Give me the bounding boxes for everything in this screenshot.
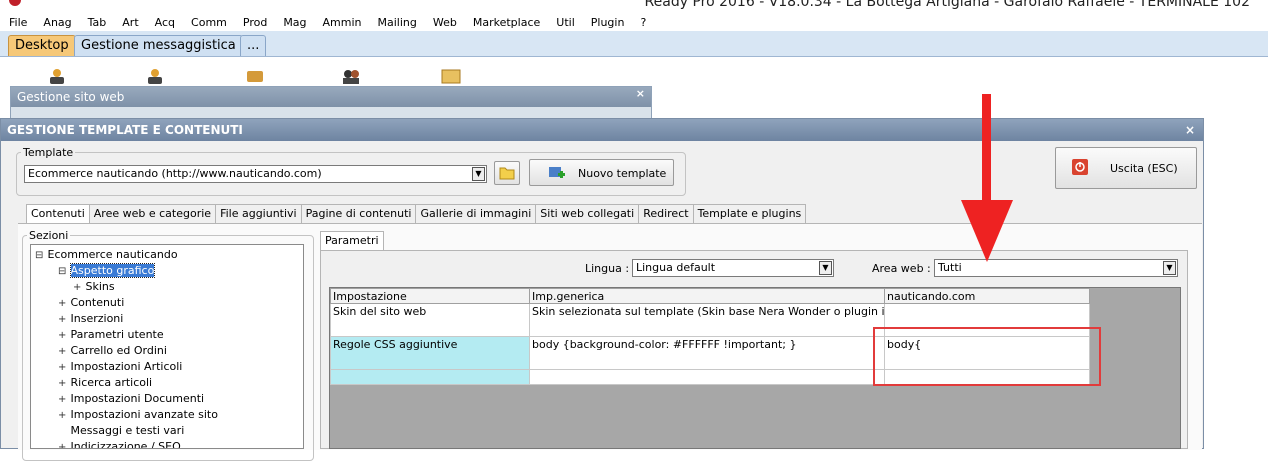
chevron-down-icon[interactable]: ▼: [819, 261, 832, 275]
table-cell[interactable]: [529, 369, 885, 385]
menu-file[interactable]: File: [0, 16, 34, 29]
uscita-label: Uscita (ESC): [1110, 162, 1178, 175]
chevron-down-icon[interactable]: ▼: [472, 167, 485, 181]
tab-pagine-contenuti[interactable]: Pagine di contenuti: [300, 204, 417, 224]
menu-anag[interactable]: Anag: [34, 16, 78, 29]
menu-prod[interactable]: Prod: [234, 16, 274, 29]
tab-desktop[interactable]: Desktop: [8, 35, 76, 56]
lingua-value: Lingua default: [636, 261, 716, 274]
tab-siti-collegati[interactable]: Siti web collegati: [535, 204, 640, 224]
main-tabs: Contenuti Aree web e categorie File aggi…: [26, 204, 807, 225]
column-header-impostazione[interactable]: Impostazione: [330, 288, 530, 304]
menu-art[interactable]: Art: [113, 16, 145, 29]
tab-contenuti[interactable]: Contenuti: [26, 204, 90, 225]
area-web-label: Area web :: [872, 262, 931, 275]
window-title-bar: Ready Pro 2016 - V18.0.34 - La Bottega A…: [0, 0, 1268, 13]
tree-node[interactable]: + Impostazioni avanzate sito: [58, 407, 218, 424]
column-header-nauticando[interactable]: nauticando.com: [884, 288, 1090, 304]
menu-ammin[interactable]: Ammin: [314, 16, 369, 29]
desktop-shortcut-icon[interactable]: [244, 68, 266, 84]
lingua-label: Lingua :: [585, 262, 630, 275]
tab-gallerie-immagini[interactable]: Gallerie di immagini: [415, 204, 537, 224]
tree-node[interactable]: + Contenuti: [58, 295, 124, 312]
folder-button[interactable]: [494, 161, 520, 185]
template-select[interactable]: Ecommerce nauticando (http://www.nautica…: [24, 165, 487, 183]
params-tabs: Parametri: [320, 231, 384, 252]
tree-node[interactable]: + Carrello ed Ordini: [58, 343, 167, 360]
tab-gestione-messaggistica[interactable]: Gestione messaggistica: [74, 35, 243, 56]
desktop-shortcut-icon[interactable]: [440, 68, 462, 84]
table-cell[interactable]: Skin del sito web: [330, 303, 530, 337]
tab-aree-web[interactable]: Aree web e categorie: [88, 204, 217, 224]
tab-file-aggiuntivi[interactable]: File aggiuntivi: [215, 204, 302, 224]
tree-node[interactable]: ⊟ Ecommerce nauticando: [35, 247, 178, 264]
annotation-arrow-icon: [961, 94, 1013, 262]
chevron-down-icon[interactable]: ▼: [1163, 261, 1176, 275]
sections-tree[interactable]: ⊟ Ecommerce nauticando ⊟ Aspetto grafico…: [30, 244, 304, 449]
sezioni-legend: Sezioni: [29, 229, 69, 242]
main-window-title: GESTIONE TEMPLATE E CONTENUTI: [7, 123, 243, 137]
close-icon[interactable]: ×: [1185, 119, 1195, 141]
template-legend: Template: [23, 146, 74, 159]
nuovo-template-button[interactable]: Nuovo template: [529, 159, 674, 186]
lingua-select[interactable]: Lingua default ▼: [632, 259, 834, 277]
tree-node[interactable]: + Indicizzazione / SEO: [58, 439, 181, 448]
tab-parametri[interactable]: Parametri: [320, 231, 384, 252]
menu-bar: File Anag Tab Art Acq Comm Prod Mag Ammi…: [0, 13, 1268, 31]
desktop-tab-strip: Desktop Gestione messaggistica ...: [0, 31, 1268, 57]
window-title: Ready Pro 2016 - V18.0.34 - La Bottega A…: [644, 0, 1250, 10]
table-cell[interactable]: [330, 369, 530, 385]
annotation-highlight-box: [873, 327, 1101, 386]
tree-node[interactable]: + Skins: [73, 279, 115, 296]
tree-node[interactable]: + Impostazioni Documenti: [58, 391, 204, 408]
nuovo-template-label: Nuovo template: [578, 167, 667, 180]
uscita-button[interactable]: Uscita (ESC): [1055, 147, 1197, 189]
tab-redirect[interactable]: Redirect: [638, 204, 694, 224]
app-icon: [9, 0, 21, 6]
menu-mailing[interactable]: Mailing: [369, 16, 424, 29]
menu-help[interactable]: ?: [631, 16, 653, 29]
tree-node[interactable]: + Parametri utente: [58, 327, 164, 344]
menu-util[interactable]: Util: [547, 16, 581, 29]
sito-window-title: Gestione sito web: [11, 87, 651, 107]
template-select-value: Ecommerce nauticando (http://www.nautica…: [28, 167, 322, 180]
tab-template-plugins[interactable]: Template e plugins: [692, 204, 807, 224]
desktop-shortcut-icon[interactable]: [144, 68, 166, 84]
table-cell[interactable]: body {background-color: #FFFFFF !importa…: [529, 336, 885, 370]
tree-node[interactable]: + Impostazioni Articoli: [58, 359, 182, 376]
close-icon[interactable]: ×: [636, 87, 645, 100]
tree-node-selected[interactable]: ⊟ Aspetto grafico: [58, 263, 156, 280]
tab-more[interactable]: ...: [240, 35, 267, 56]
menu-web[interactable]: Web: [424, 16, 464, 29]
menu-comm[interactable]: Comm: [182, 16, 234, 29]
desktop-shortcut-icon[interactable]: [46, 68, 68, 84]
folder-icon: [499, 167, 515, 180]
table-cell[interactable]: Skin selezionata sul template (Skin base…: [529, 303, 885, 337]
add-template-icon: [549, 167, 565, 178]
menu-acq[interactable]: Acq: [146, 16, 182, 29]
menu-marketplace[interactable]: Marketplace: [464, 16, 547, 29]
menu-tab[interactable]: Tab: [79, 16, 114, 29]
table-cell[interactable]: Regole CSS aggiuntive: [330, 336, 530, 370]
tree-node[interactable]: + Ricerca articoli: [58, 375, 152, 392]
tree-node[interactable]: + Inserzioni: [58, 311, 123, 328]
menu-mag[interactable]: Mag: [274, 16, 313, 29]
desktop-shortcut-icon[interactable]: [340, 68, 362, 84]
menu-plugin[interactable]: Plugin: [582, 16, 632, 29]
power-icon: [1072, 159, 1088, 175]
column-header-imp-generica[interactable]: Imp.generica: [529, 288, 885, 304]
main-window-title-bar: GESTIONE TEMPLATE E CONTENUTI ×: [1, 119, 1203, 141]
tree-node[interactable]: Messaggi e testi vari: [58, 423, 185, 439]
